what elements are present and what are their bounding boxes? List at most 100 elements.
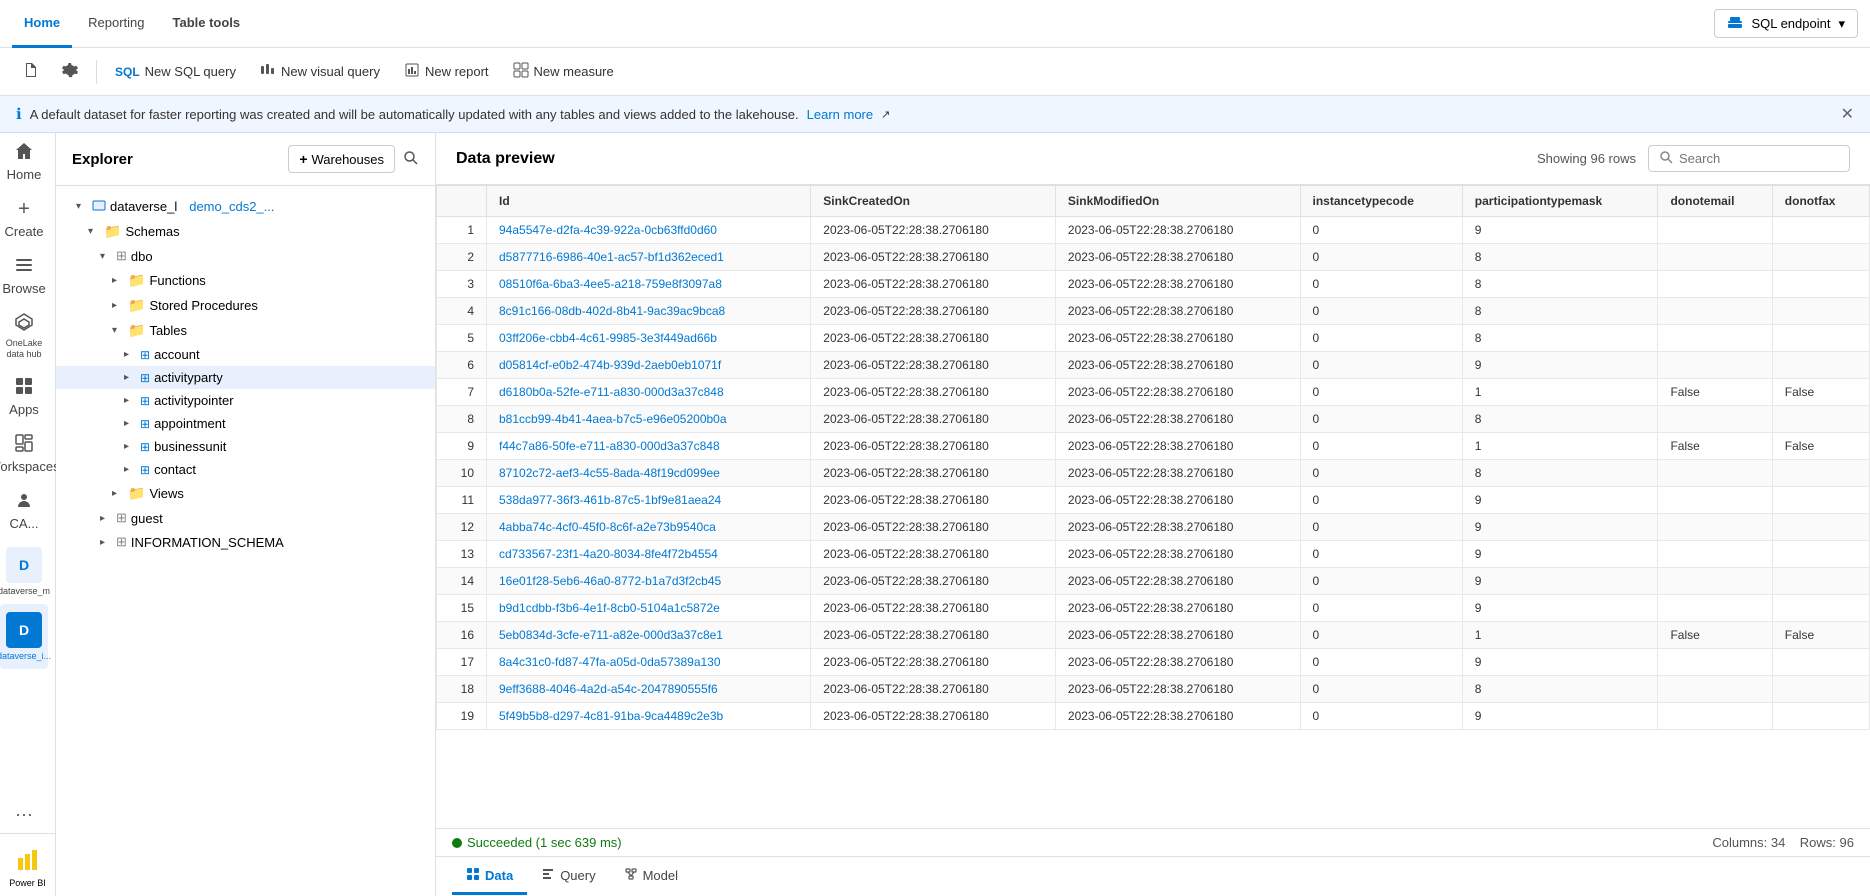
cell-id: 538da977-36f3-461b-87c5-1bf9e81aea24: [487, 487, 811, 514]
tree-guest-schema[interactable]: ▸ ⊞ guest: [56, 506, 435, 530]
columns-rows-count: Columns: 34 Rows: 96: [1712, 835, 1854, 850]
onelake-icon: [14, 312, 34, 335]
model-tab-label: Model: [643, 868, 678, 883]
cell-donotemail: [1658, 352, 1772, 379]
cell-id: f44c7a86-50fe-e711-a830-000d3a37c848: [487, 433, 811, 460]
cell-instancetypecode: 0: [1300, 487, 1462, 514]
apps-label: Apps: [9, 402, 39, 417]
add-warehouse-button[interactable]: + Warehouses: [288, 145, 395, 173]
ca-label: CA...: [10, 516, 39, 531]
tree-table-account[interactable]: ▸ ⊞ account: [56, 343, 435, 366]
folder-icon: 📁: [128, 272, 145, 289]
sql-endpoint-dropdown[interactable]: SQL endpoint ▾: [1714, 9, 1858, 38]
cell-donotemail: [1658, 568, 1772, 595]
explorer-tree: ▾ dataverse_l demo_cds2_... ▾ 📁 Schemas …: [56, 186, 435, 896]
tree-schemas[interactable]: ▾ 📁 Schemas: [56, 219, 435, 244]
tree-table-appointment[interactable]: ▸ ⊞ appointment: [56, 412, 435, 435]
cell-sink-modified-on: 2023-06-05T22:28:38.2706180: [1055, 244, 1300, 271]
external-link-icon: ↗: [881, 108, 890, 121]
cell-donotfax: [1772, 487, 1869, 514]
explorer-search-button[interactable]: [403, 150, 419, 169]
data-table-wrap[interactable]: Id SinkCreatedOn SinkModifiedOn instance…: [436, 185, 1870, 828]
info-bar-close-button[interactable]: ✕: [1841, 104, 1854, 124]
tree-table-activitypointer[interactable]: ▸ ⊞ activitypointer: [56, 389, 435, 412]
tree-functions[interactable]: ▸ 📁 Functions: [56, 268, 435, 293]
model-tab-icon: [624, 867, 638, 884]
cell-instancetypecode: 0: [1300, 379, 1462, 406]
cell-sink-created-on: 2023-06-05T22:28:38.2706180: [811, 352, 1056, 379]
tab-query[interactable]: Query: [527, 859, 609, 895]
tree-table-contact[interactable]: ▸ ⊞ contact: [56, 458, 435, 481]
bottom-tabs: Data Query Model: [436, 856, 1870, 896]
cell-donotfax: [1772, 595, 1869, 622]
new-measure-button[interactable]: New measure: [503, 56, 624, 87]
root-icon: [92, 198, 106, 215]
cell-rownum: 14: [437, 568, 487, 595]
sidebar-item-create[interactable]: + Create: [0, 190, 48, 247]
cell-rownum: 5: [437, 325, 487, 352]
doc-button[interactable]: [12, 56, 48, 87]
sidebar-item-browse[interactable]: Browse: [0, 247, 48, 304]
cell-sink-created-on: 2023-06-05T22:28:38.2706180: [811, 217, 1056, 244]
tab-home[interactable]: Home: [12, 0, 72, 48]
stored-procedures-label: Stored Procedures: [149, 298, 257, 313]
tree-dbo[interactable]: ▾ ⊞ dbo: [56, 244, 435, 268]
tree-information-schema[interactable]: ▸ ⊞ INFORMATION_SCHEMA: [56, 530, 435, 554]
sidebar-item-apps[interactable]: Apps: [0, 368, 48, 425]
cell-id: 8a4c31c0-fd87-47fa-a05d-0da57389a130: [487, 649, 811, 676]
sidebar-item-ca[interactable]: CA...: [0, 482, 48, 539]
tree-stored-procedures[interactable]: ▸ 📁 Stored Procedures: [56, 293, 435, 318]
sidebar-item-home[interactable]: Home: [0, 133, 48, 190]
cell-donotfax: [1772, 703, 1869, 730]
sidebar-item-onelake[interactable]: OneLake data hub: [0, 304, 48, 368]
cell-instancetypecode: 0: [1300, 406, 1462, 433]
search-box[interactable]: [1648, 145, 1850, 172]
cell-participationtypemask: 9: [1462, 352, 1658, 379]
new-visual-query-button[interactable]: New visual query: [250, 56, 390, 87]
cell-id: d5877716-6986-40e1-ac57-bf1d362eced1: [487, 244, 811, 271]
businessunit-label: businessunit: [154, 439, 226, 454]
query-tab-label: Query: [560, 868, 595, 883]
cell-sink-created-on: 2023-06-05T22:28:38.2706180: [811, 298, 1056, 325]
sidebar-item-dataverse-i[interactable]: D dataverse_i...: [0, 604, 48, 669]
cell-sink-modified-on: 2023-06-05T22:28:38.2706180: [1055, 271, 1300, 298]
tree-tables[interactable]: ▾ 📁 Tables: [56, 318, 435, 343]
cell-participationtypemask: 9: [1462, 487, 1658, 514]
tab-reporting[interactable]: Reporting: [76, 0, 156, 48]
table-row: 18 9eff3688-4046-4a2d-a54c-2047890555f6 …: [437, 676, 1870, 703]
tab-model[interactable]: Model: [610, 859, 692, 895]
tree-table-activityparty[interactable]: ▸ ⊞ activityparty: [56, 366, 435, 389]
cell-participationtypemask: 8: [1462, 298, 1658, 325]
cell-rownum: 18: [437, 676, 487, 703]
toolbar: SQL New SQL query New visual query New r…: [0, 48, 1870, 96]
cell-sink-created-on: 2023-06-05T22:28:38.2706180: [811, 487, 1056, 514]
new-report-button[interactable]: New report: [394, 56, 499, 87]
search-input[interactable]: [1679, 151, 1839, 166]
tree-root-node[interactable]: ▾ dataverse_l demo_cds2_...: [56, 194, 435, 219]
chevron-right-icon: ▸: [112, 275, 124, 286]
cell-donotfax: [1772, 676, 1869, 703]
tab-data[interactable]: Data: [452, 859, 527, 895]
tree-views[interactable]: ▸ 📁 Views: [56, 481, 435, 506]
col-instancetypecode: instancetypecode: [1300, 186, 1462, 217]
tab-table-tools[interactable]: Table tools: [161, 0, 253, 48]
table-row: 16 5eb0834d-3cfe-e711-a82e-000d3a37c8e1 …: [437, 622, 1870, 649]
cell-donotfax: [1772, 352, 1869, 379]
tree-table-businessunit[interactable]: ▸ ⊞ businessunit: [56, 435, 435, 458]
learn-more-link[interactable]: Learn more: [807, 107, 873, 122]
new-sql-query-button[interactable]: SQL New SQL query: [105, 58, 246, 85]
info-icon: ℹ: [16, 105, 22, 123]
sidebar-item-dataverse-m[interactable]: D dataverse_m: [0, 539, 48, 604]
sidebar-item-workspaces[interactable]: Workspaces: [0, 425, 48, 482]
cell-sink-modified-on: 2023-06-05T22:28:38.2706180: [1055, 406, 1300, 433]
cell-sink-created-on: 2023-06-05T22:28:38.2706180: [811, 514, 1056, 541]
dataverse-i-icon: D: [6, 612, 42, 648]
cell-donotemail: False: [1658, 622, 1772, 649]
table-icon: ⊞: [140, 371, 150, 385]
apps-icon: [14, 376, 34, 399]
more-icon: ···: [15, 804, 33, 825]
table-row: 9 f44c7a86-50fe-e711-a830-000d3a37c848 2…: [437, 433, 1870, 460]
sidebar-item-more[interactable]: ···: [0, 796, 48, 833]
settings-button[interactable]: [52, 56, 88, 87]
col-participationtypemask: participationtypemask: [1462, 186, 1658, 217]
